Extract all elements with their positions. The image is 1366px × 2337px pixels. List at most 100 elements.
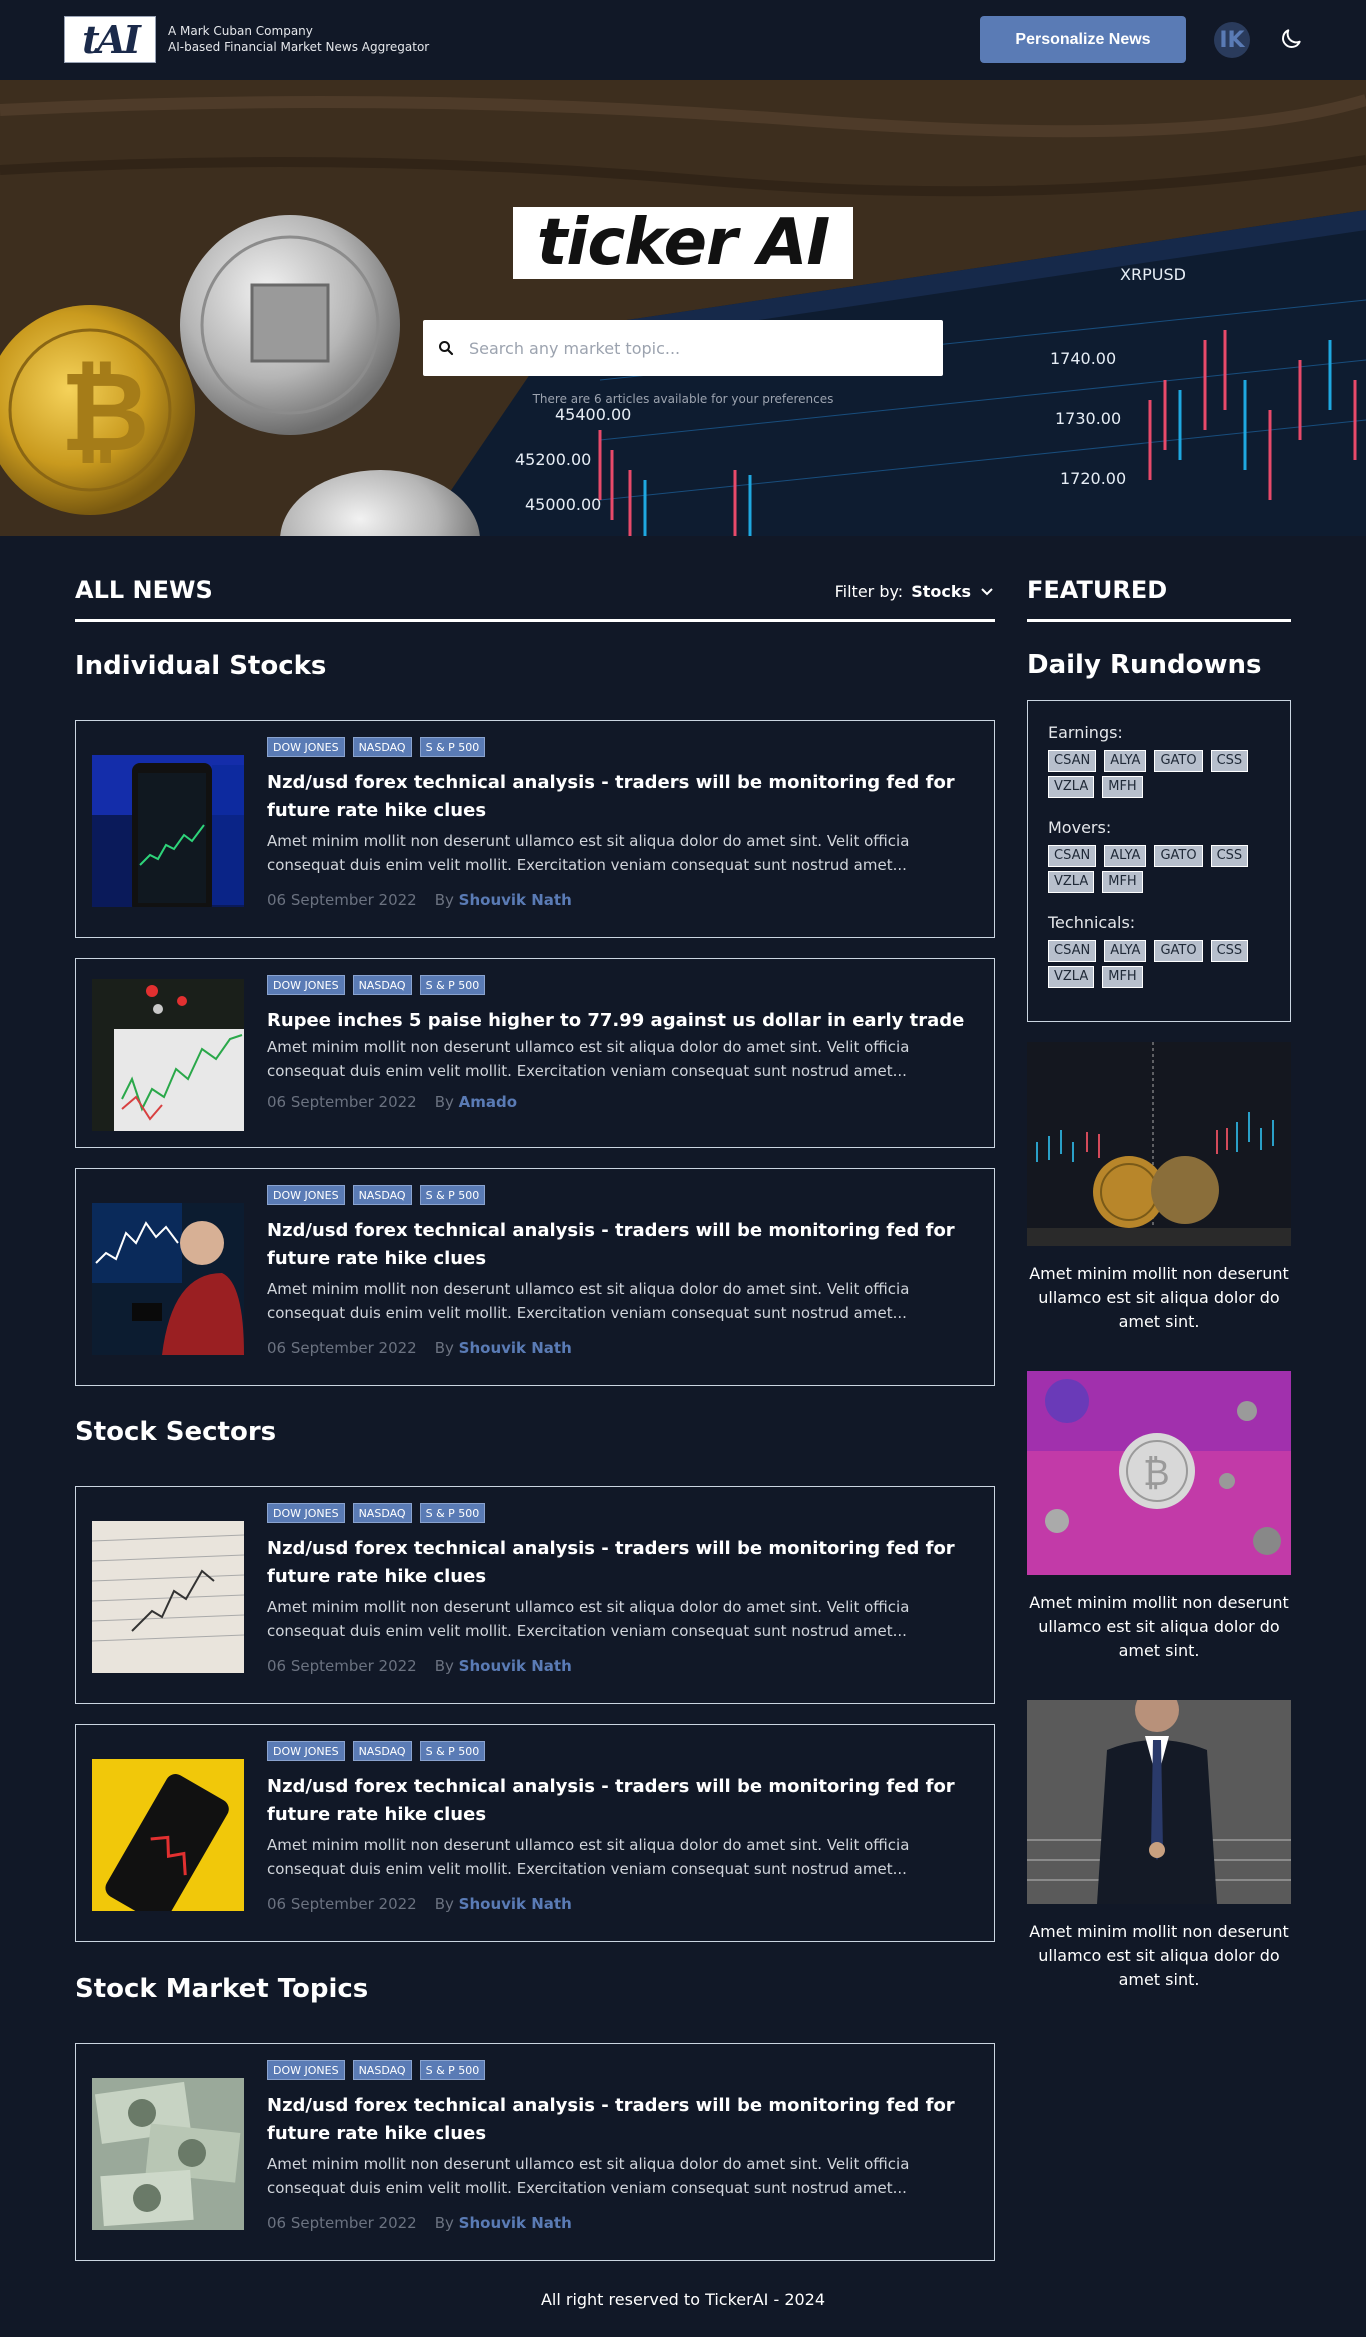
article-title[interactable]: Nzd/usd forex technical analysis - trade…: [267, 1773, 974, 1829]
article-content: DOW JONES NASDAQ S & P 500 Nzd/usd forex…: [267, 1741, 974, 1913]
ticker-chip[interactable]: VZLA: [1048, 776, 1095, 798]
tag[interactable]: DOW JONES: [267, 975, 345, 995]
article-author[interactable]: Shouvik Nath: [459, 891, 572, 909]
ticker-chip[interactable]: VZLA: [1048, 966, 1095, 988]
svg-text:1740.00: 1740.00: [1050, 349, 1116, 368]
article-tags: DOW JONES NASDAQ S & P 500: [267, 737, 974, 757]
article-description: Amet minim mollit non deserunt ullamco e…: [267, 1598, 910, 1640]
article-card[interactable]: DOW JONES NASDAQ S & P 500 Nzd/usd forex…: [75, 2043, 995, 2261]
article-author[interactable]: Shouvik Nath: [459, 1339, 572, 1357]
logo[interactable]: tAI: [64, 16, 156, 63]
article-card[interactable]: DOW JONES NASDAQ S & P 500 Nzd/usd forex…: [75, 1486, 995, 1704]
ticker-chip[interactable]: GATO: [1154, 845, 1203, 867]
ticker-chip[interactable]: CSS: [1210, 750, 1249, 772]
tag[interactable]: S & P 500: [419, 1185, 486, 1205]
ticker-chip[interactable]: MFH: [1102, 871, 1143, 893]
tag[interactable]: NASDAQ: [352, 737, 412, 757]
article-date: 06 September 2022: [267, 1339, 417, 1357]
ticker-chip[interactable]: MFH: [1102, 966, 1143, 988]
article-thumbnail: [92, 979, 244, 1131]
top-header: tAI A Mark Cuban Company AI-based Financ…: [0, 0, 1366, 80]
all-news-heading: ALL NEWS: [75, 576, 213, 604]
filter-value: Stocks: [911, 582, 971, 601]
tag[interactable]: NASDAQ: [352, 1503, 412, 1523]
article-date: 06 September 2022: [267, 2214, 417, 2232]
ticker-chip[interactable]: ALYA: [1104, 845, 1147, 867]
ticker-chip[interactable]: CSS: [1210, 940, 1249, 962]
article-date: 06 September 2022: [267, 891, 417, 909]
article-by: By: [434, 1657, 454, 1675]
search-input[interactable]: [469, 338, 919, 358]
article-date: 06 September 2022: [267, 1093, 417, 1111]
article-title[interactable]: Nzd/usd forex technical analysis - trade…: [267, 2092, 974, 2148]
ticker-chip[interactable]: CSAN: [1048, 750, 1097, 772]
article-author[interactable]: Shouvik Nath: [459, 1895, 572, 1913]
search-box[interactable]: [423, 320, 943, 376]
article-card[interactable]: DOW JONES NASDAQ S & P 500 Nzd/usd forex…: [75, 1724, 995, 1942]
article-content: DOW JONES NASDAQ S & P 500 Nzd/usd forex…: [267, 1503, 974, 1675]
article-title[interactable]: Nzd/usd forex technical analysis - trade…: [267, 1217, 974, 1273]
tag[interactable]: DOW JONES: [267, 1741, 345, 1761]
tag[interactable]: DOW JONES: [267, 1185, 345, 1205]
featured-image[interactable]: ₿: [1027, 1371, 1291, 1575]
article-author[interactable]: Shouvik Nath: [459, 2214, 572, 2232]
tag[interactable]: S & P 500: [419, 1741, 486, 1761]
ticker-chip[interactable]: MFH: [1102, 776, 1143, 798]
article-by: By: [434, 1339, 454, 1357]
article-description: Amet minim mollit non deserunt ullamco e…: [267, 1038, 910, 1080]
tag[interactable]: S & P 500: [419, 1503, 486, 1523]
tag[interactable]: NASDAQ: [352, 2060, 412, 2080]
featured-image[interactable]: [1027, 1042, 1291, 1246]
ticker-chip[interactable]: CSS: [1210, 845, 1249, 867]
ticker-chip[interactable]: CSAN: [1048, 845, 1097, 867]
filter-dropdown[interactable]: Filter by: Stocks: [835, 582, 995, 601]
hero-title-box: ticker AI: [513, 206, 853, 280]
article-author[interactable]: Amado: [459, 1093, 517, 1111]
article-thumbnail: [92, 2078, 244, 2230]
article-description: Amet minim mollit non deserunt ullamco e…: [267, 832, 910, 874]
ticker-chip[interactable]: ALYA: [1104, 940, 1147, 962]
ticker-chips: CSAN ALYA GATO CSS VZLA MFH: [1048, 750, 1258, 798]
article-meta: 06 September 2022 By Shouvik Nath: [267, 2214, 974, 2232]
ticker-chip[interactable]: ALYA: [1104, 750, 1147, 772]
tag[interactable]: DOW JONES: [267, 1503, 345, 1523]
featured-caption[interactable]: Amet minim mollit non deserunt ullamco e…: [1027, 1262, 1291, 1334]
article-card[interactable]: DOW JONES NASDAQ S & P 500 Rupee inches …: [75, 958, 995, 1148]
ticker-chip[interactable]: CSAN: [1048, 940, 1097, 962]
article-description: Amet minim mollit non deserunt ullamco e…: [267, 1280, 910, 1322]
hero-title: ticker AI: [536, 206, 830, 280]
tag[interactable]: NASDAQ: [352, 975, 412, 995]
article-card[interactable]: DOW JONES NASDAQ S & P 500 Nzd/usd forex…: [75, 1168, 995, 1386]
article-by: By: [434, 2214, 454, 2232]
svg-text:₿: ₿: [60, 348, 150, 476]
article-description: Amet minim mollit non deserunt ullamco e…: [267, 2155, 910, 2197]
featured-caption[interactable]: Amet minim mollit non deserunt ullamco e…: [1027, 1591, 1291, 1663]
featured-caption[interactable]: Amet minim mollit non deserunt ullamco e…: [1027, 1920, 1291, 1992]
article-title[interactable]: Nzd/usd forex technical analysis - trade…: [267, 769, 974, 825]
filter-label: Filter by:: [834, 582, 904, 601]
ticker-chip[interactable]: VZLA: [1048, 871, 1095, 893]
tag[interactable]: S & P 500: [419, 975, 486, 995]
article-title[interactable]: Rupee inches 5 paise higher to 77.99 aga…: [267, 1007, 974, 1035]
tag[interactable]: NASDAQ: [352, 1741, 412, 1761]
article-meta: 06 September 2022 By Shouvik Nath: [267, 1895, 974, 1913]
featured-image[interactable]: [1027, 1700, 1291, 1904]
dark-mode-moon-icon[interactable]: [1278, 26, 1304, 52]
section-title-stock-sectors: Stock Sectors: [75, 1417, 277, 1447]
personalize-news-button[interactable]: Personalize News: [980, 16, 1186, 63]
tag[interactable]: DOW JONES: [267, 737, 345, 757]
article-meta: 06 September 2022 By Shouvik Nath: [267, 1657, 974, 1675]
tag[interactable]: NASDAQ: [352, 1185, 412, 1205]
article-thumbnail: [92, 755, 244, 907]
ticker-chip[interactable]: GATO: [1154, 940, 1203, 962]
ticker-chip[interactable]: GATO: [1154, 750, 1203, 772]
article-title[interactable]: Nzd/usd forex technical analysis - trade…: [267, 1535, 974, 1591]
tag[interactable]: S & P 500: [419, 2060, 486, 2080]
article-card[interactable]: DOW JONES NASDAQ S & P 500 Nzd/usd forex…: [75, 720, 995, 938]
rundown-group-earnings: Earnings: CSAN ALYA GATO CSS VZLA MFH: [1048, 723, 1270, 798]
tag[interactable]: DOW JONES: [267, 2060, 345, 2080]
section-title-individual-stocks: Individual Stocks: [75, 651, 327, 681]
tag[interactable]: S & P 500: [419, 737, 486, 757]
user-avatar[interactable]: IK: [1214, 22, 1250, 58]
article-author[interactable]: Shouvik Nath: [459, 1657, 572, 1675]
